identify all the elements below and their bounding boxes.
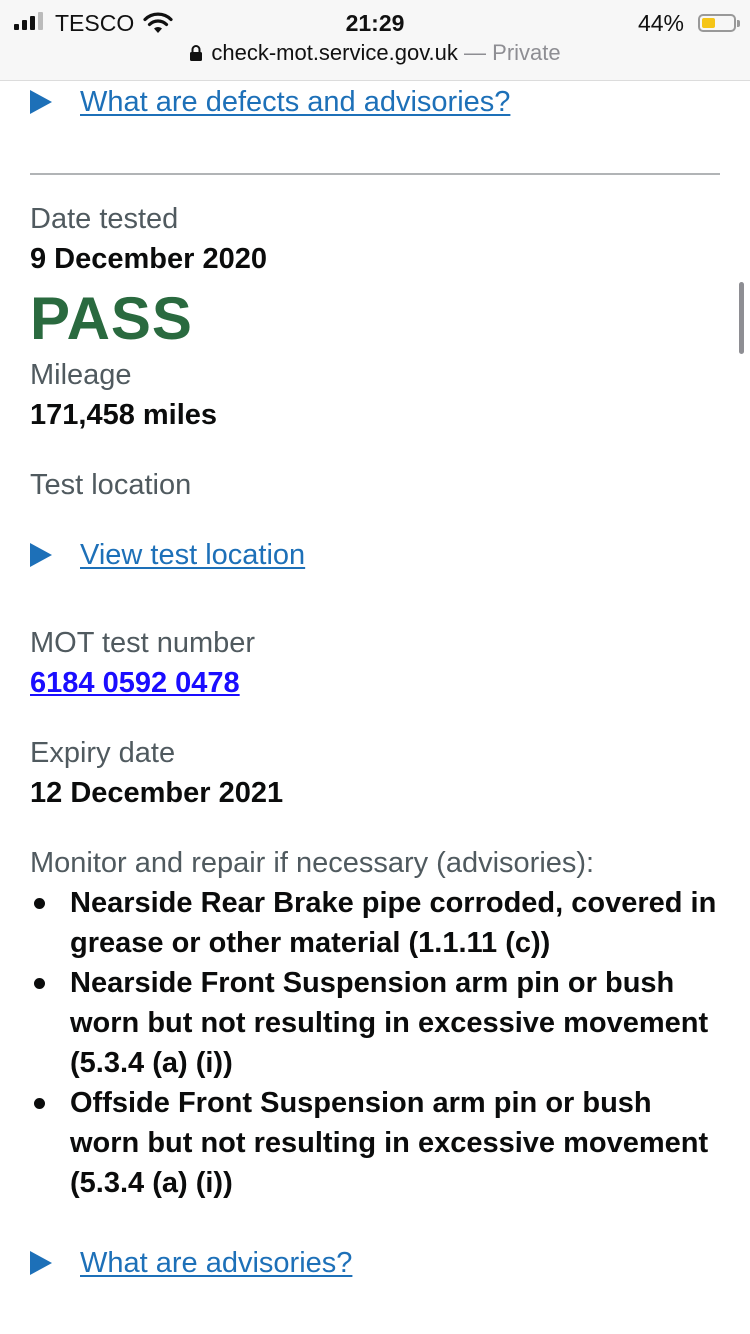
what-are-advisories-link[interactable]: What are advisories? <box>80 1247 352 1280</box>
test-location-label: Test location <box>30 469 192 501</box>
private-mode-label: Private <box>492 40 561 65</box>
mileage-label: Mileage <box>30 359 132 391</box>
address-bar[interactable]: check-mot.service.gov.uk — Private <box>0 40 750 68</box>
expand-triangle-icon <box>30 1251 52 1275</box>
mot-test-number-label: MOT test number <box>30 627 256 659</box>
defects-details-toggle[interactable]: What are defects and advisories? <box>30 80 720 124</box>
advisory-text: Nearside Rear Brake pipe corroded, cover… <box>70 887 717 959</box>
view-test-location-link[interactable]: View test location <box>80 539 305 572</box>
section-divider <box>30 173 720 175</box>
battery-level-fill <box>702 18 715 28</box>
advisories-details-toggle[interactable]: What are advisories? <box>30 1241 720 1285</box>
url-separator: — <box>464 40 487 65</box>
advisory-item: Nearside Rear Brake pipe corroded, cover… <box>30 883 720 963</box>
battery-icon <box>698 14 740 32</box>
expiry-date-label: Expiry date <box>30 737 176 769</box>
expand-triangle-icon <box>30 90 52 114</box>
test-location-details-toggle[interactable]: View test location <box>30 533 720 577</box>
system-status-row: TESCO 21:29 44% <box>0 6 750 36</box>
browser-status-bar: TESCO 21:29 44% check-mot.service.gov.uk… <box>0 0 750 81</box>
url-text: check-mot.service.gov.uk <box>211 40 458 65</box>
defects-and-advisories-link[interactable]: What are defects and advisories? <box>80 86 510 119</box>
test-result-status: PASS <box>30 285 193 352</box>
expiry-date-value: 12 December 2021 <box>30 777 284 809</box>
advisory-item: Nearside Front Suspension arm pin or bus… <box>30 963 720 1083</box>
bullet-icon <box>34 898 45 909</box>
mot-history-content: What are defects and advisories? Date te… <box>30 80 720 1285</box>
advisory-item: Offside Front Suspension arm pin or bush… <box>30 1083 720 1203</box>
lock-icon <box>189 42 203 68</box>
date-tested-value: 9 December 2020 <box>30 243 267 275</box>
advisory-text: Nearside Front Suspension arm pin or bus… <box>70 967 709 1079</box>
page-scrollbar[interactable] <box>739 282 744 354</box>
date-tested-label: Date tested <box>30 203 179 235</box>
battery-percentage: 44% <box>637 10 684 36</box>
mileage-value: 171,458 miles <box>30 399 218 431</box>
mot-test-number-link[interactable]: 6184 0592 0478 <box>30 663 720 703</box>
advisories-label: Monitor and repair if necessary (advisor… <box>30 847 595 879</box>
expand-triangle-icon <box>30 543 52 567</box>
advisories-list: Nearside Rear Brake pipe corroded, cover… <box>30 883 720 1203</box>
bullet-icon <box>34 978 45 989</box>
advisory-text: Offside Front Suspension arm pin or bush… <box>70 1087 709 1199</box>
bullet-icon <box>34 1098 45 1109</box>
